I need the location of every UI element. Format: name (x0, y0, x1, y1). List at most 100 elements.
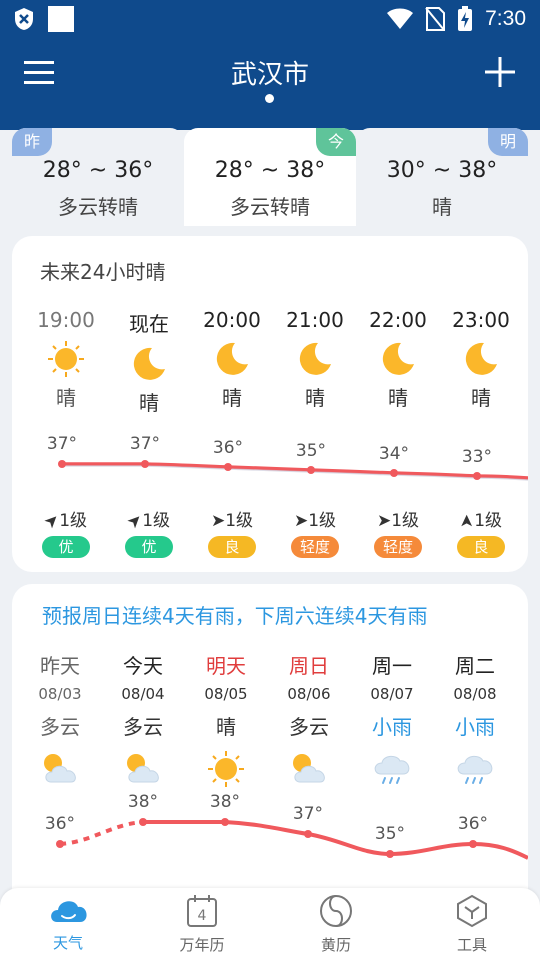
cloud-icon (51, 901, 87, 922)
day-column[interactable]: 昨天 08/03 多云 (18, 650, 102, 786)
day-date: 08/06 (287, 685, 331, 703)
day-column[interactable]: 今天 08/04 多云 (101, 650, 185, 786)
hour-column[interactable]: 19:00 晴 (24, 308, 108, 411)
day-name: 周一 (372, 654, 412, 678)
hour-weather: 晴 (471, 386, 491, 410)
hour-wind: ➤1级 (190, 506, 274, 531)
yesterday-badge: 昨 (12, 128, 52, 156)
calendar-icon: 4 (187, 895, 217, 927)
aqi-badge: 优 (125, 536, 173, 558)
day-name: 明天 (206, 654, 246, 678)
yesterday-temp-range: 28° ~ 36° (42, 158, 154, 183)
day-weather: 多云 (40, 715, 80, 739)
day-weather: 晴 (216, 715, 236, 739)
hour-column[interactable]: 20:00 晴 (190, 308, 274, 411)
wifi-icon (387, 8, 414, 29)
day-weather: 多云 (289, 715, 329, 739)
light-rain-icon (457, 755, 493, 784)
nav-item-tools[interactable]: 工具 (422, 894, 522, 955)
partly-cloudy-icon (293, 754, 325, 783)
hour-column[interactable]: 21:00 晴 (273, 308, 357, 411)
aqi-badge: 轻度 (291, 536, 339, 558)
app-header: 武汉市 (0, 40, 540, 130)
status-bar: 7:30 (0, 0, 540, 40)
tomorrow-desc: 晴 (432, 195, 452, 219)
wind-level: 1级 (391, 511, 420, 531)
hour-time: 20:00 (203, 308, 261, 332)
tab-yesterday[interactable]: 昨 28° ~ 36° 多云转晴 (12, 128, 184, 226)
day-name: 今天 (123, 654, 163, 678)
nav-label: 万年历 (179, 936, 225, 954)
moon-icon (133, 347, 165, 380)
wind-direction-icon: ➤ (210, 511, 226, 531)
day-temp: 37° (292, 804, 324, 824)
day-temp: 38° (209, 792, 241, 812)
nav-label: 工具 (456, 936, 487, 954)
day-column[interactable]: 周一 08/07 小雨 (350, 650, 434, 788)
hour-temp: 37° (129, 434, 161, 454)
hour-wind: ➤1级 (273, 506, 357, 531)
hour-time: 22:00 (369, 308, 427, 332)
aqi-badge: 优 (42, 536, 90, 558)
tab-tomorrow[interactable]: 明 30° ~ 38° 晴 (356, 128, 528, 226)
sun-icon (208, 751, 244, 787)
moon-icon (465, 342, 497, 375)
hour-column[interactable]: 22:00 晴 (356, 308, 440, 411)
hour-column[interactable]: 23:00 晴 (439, 308, 523, 411)
moon-icon (382, 342, 414, 375)
hour-time: 21:00 (286, 308, 344, 332)
today-temp-range: 28° ~ 38° (214, 158, 326, 183)
day-weather: 多云 (123, 715, 163, 739)
moon-icon (216, 342, 248, 375)
light-rain-icon (374, 755, 410, 784)
toolbox-icon (457, 894, 487, 928)
day-column[interactable]: 明天 08/05 晴 (184, 650, 268, 788)
day-date: 08/05 (204, 685, 248, 703)
day-column[interactable]: 周日 08/06 多云 (267, 650, 351, 786)
clock-time: 7:30 (485, 7, 526, 30)
aqi-badge: 良 (208, 536, 256, 558)
day-date: 08/04 (121, 685, 165, 703)
forecast-summary[interactable]: 预报周日连续4天有雨，下周六连续4天有雨 (42, 600, 427, 629)
calendar-day-number: 4 (198, 908, 207, 924)
hour-temp: 33° (461, 447, 493, 467)
wind-level: 1级 (308, 511, 337, 531)
hour-weather: 晴 (139, 391, 159, 415)
hour-column[interactable]: 现在 晴 (107, 308, 191, 416)
day-tabs: 昨 28° ~ 36° 多云转晴 今 28° ~ 38° 多云转晴 明 30° … (0, 128, 540, 228)
today-desc: 多云转晴 (230, 195, 310, 219)
nav-item-calendar[interactable]: 4 万年历 (152, 894, 252, 955)
hour-wind: ➤1级 (24, 506, 108, 533)
hour-wind: ➤1级 (439, 506, 523, 531)
tomorrow-temp-range: 30° ~ 38° (386, 158, 498, 183)
city-title[interactable]: 武汉市 (0, 54, 540, 91)
hour-temp: 36° (212, 438, 244, 458)
aqi-badge: 良 (457, 536, 505, 558)
yinyang-icon (320, 895, 352, 927)
day-column[interactable]: 周二 08/08 小雨 (433, 650, 517, 788)
day-date: 08/07 (370, 685, 414, 703)
hour-weather: 晴 (222, 386, 242, 410)
day-name: 周二 (455, 654, 495, 678)
plus-icon[interactable] (484, 56, 516, 88)
partly-cloudy-icon (127, 754, 159, 783)
tomorrow-badge: 明 (488, 128, 528, 156)
nav-item-weather[interactable]: 天气 (18, 894, 118, 953)
day-temp: 36° (44, 814, 76, 834)
tab-today[interactable]: 今 28° ~ 38° 多云转晴 (184, 128, 356, 226)
hour-weather: 晴 (56, 386, 76, 410)
day-temp: 38° (127, 792, 159, 812)
page-indicator-dot (265, 94, 274, 103)
wind-level: 1级 (142, 511, 171, 531)
hour-wind: ➤1级 (356, 506, 440, 531)
moon-icon (299, 342, 331, 375)
today-badge: 今 (316, 128, 356, 156)
nav-item-almanac[interactable]: 黄历 (286, 894, 386, 955)
wind-level: 1级 (59, 511, 88, 531)
nav-label: 天气 (52, 934, 83, 952)
hour-time: 23:00 (452, 308, 510, 332)
hour-wind: ➤1级 (107, 506, 191, 533)
aqi-badge: 轻度 (374, 536, 422, 558)
battery-charging-icon (458, 6, 473, 31)
day-name: 周日 (289, 654, 329, 678)
